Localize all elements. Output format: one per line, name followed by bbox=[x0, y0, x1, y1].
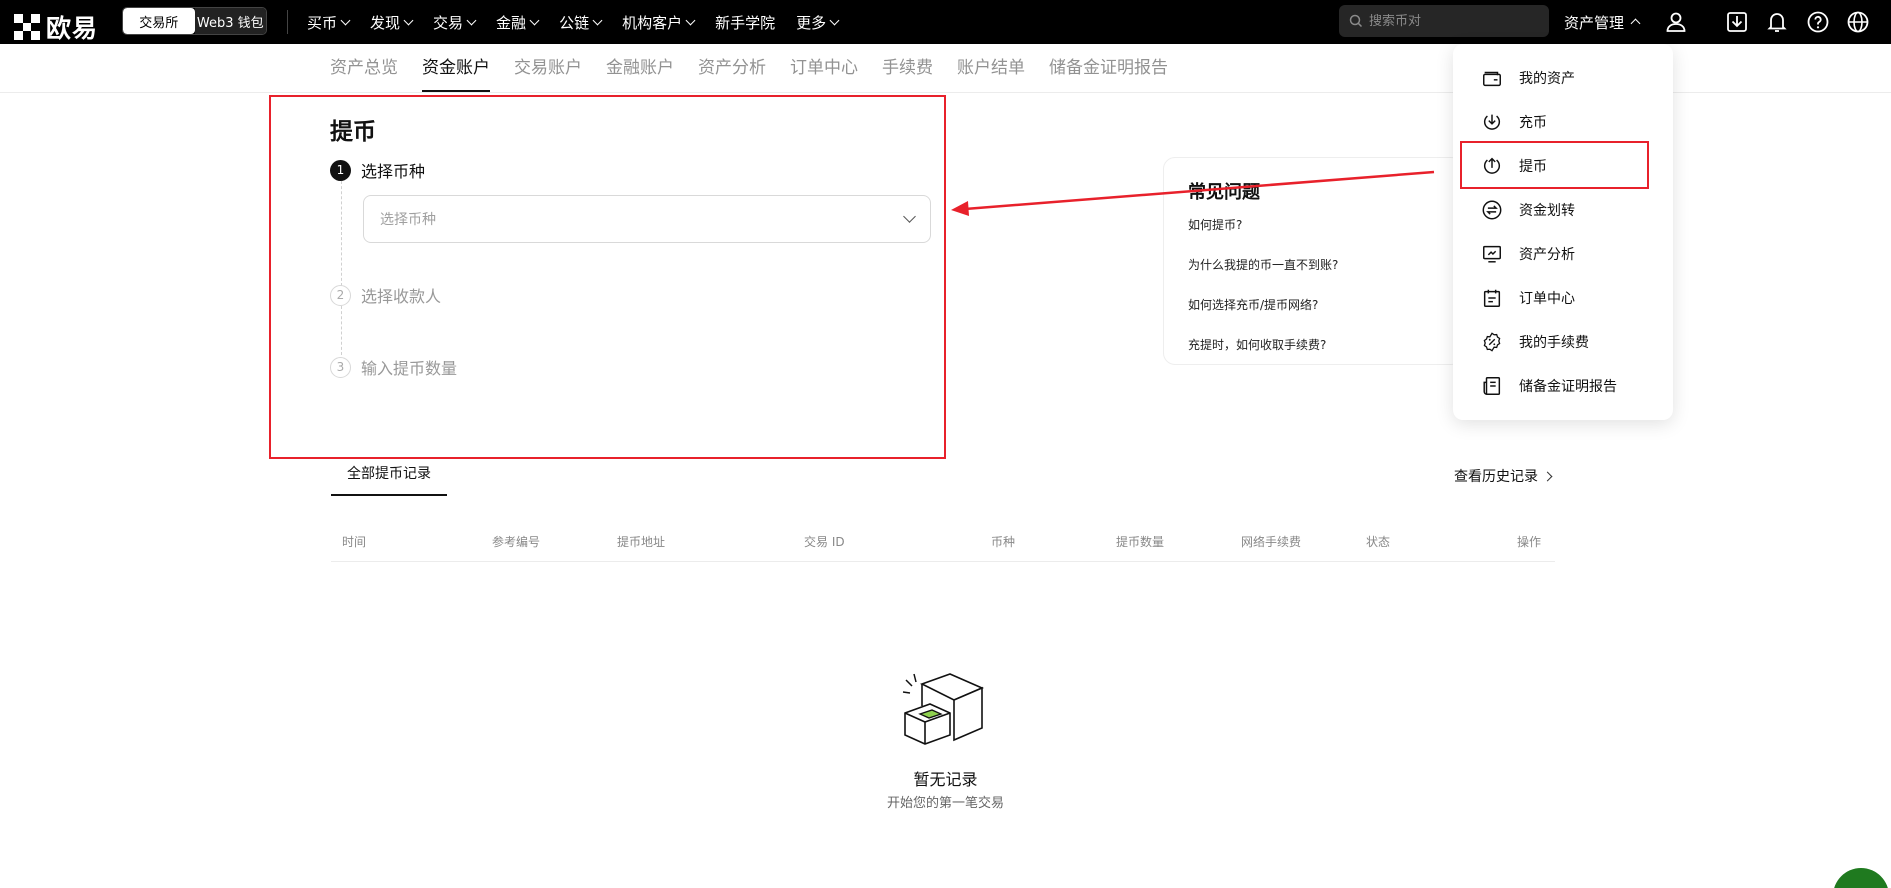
column-header-amount: 提币数量 bbox=[1116, 535, 1165, 549]
annotation-arrow bbox=[951, 170, 1435, 216]
column-header-coin: 币种 bbox=[991, 535, 1016, 549]
column-header-reference: 参考编号 bbox=[492, 535, 541, 549]
column-header-address: 提币地址 bbox=[617, 535, 666, 549]
empty-drawer-icon bbox=[902, 673, 985, 745]
empty-state-subtitle: 开始您的第一笔交易 bbox=[886, 796, 1004, 811]
table-header-divider bbox=[331, 561, 1555, 562]
empty-state-title: 暂无记录 bbox=[913, 770, 978, 789]
column-header-network-fee: 网络手续费 bbox=[1241, 535, 1302, 549]
column-header-action: 操作 bbox=[1517, 535, 1542, 549]
column-header-time: 时间 bbox=[342, 535, 367, 549]
tab-all-withdraw-records[interactable]: 全部提币记录 bbox=[331, 456, 447, 496]
column-header-tx-id: 交易 ID bbox=[804, 535, 845, 549]
view-history-link[interactable]: 查看历史记录 bbox=[1454, 466, 1553, 486]
column-header-status: 状态 bbox=[1366, 535, 1391, 549]
chevron-right-icon bbox=[1542, 471, 1553, 481]
